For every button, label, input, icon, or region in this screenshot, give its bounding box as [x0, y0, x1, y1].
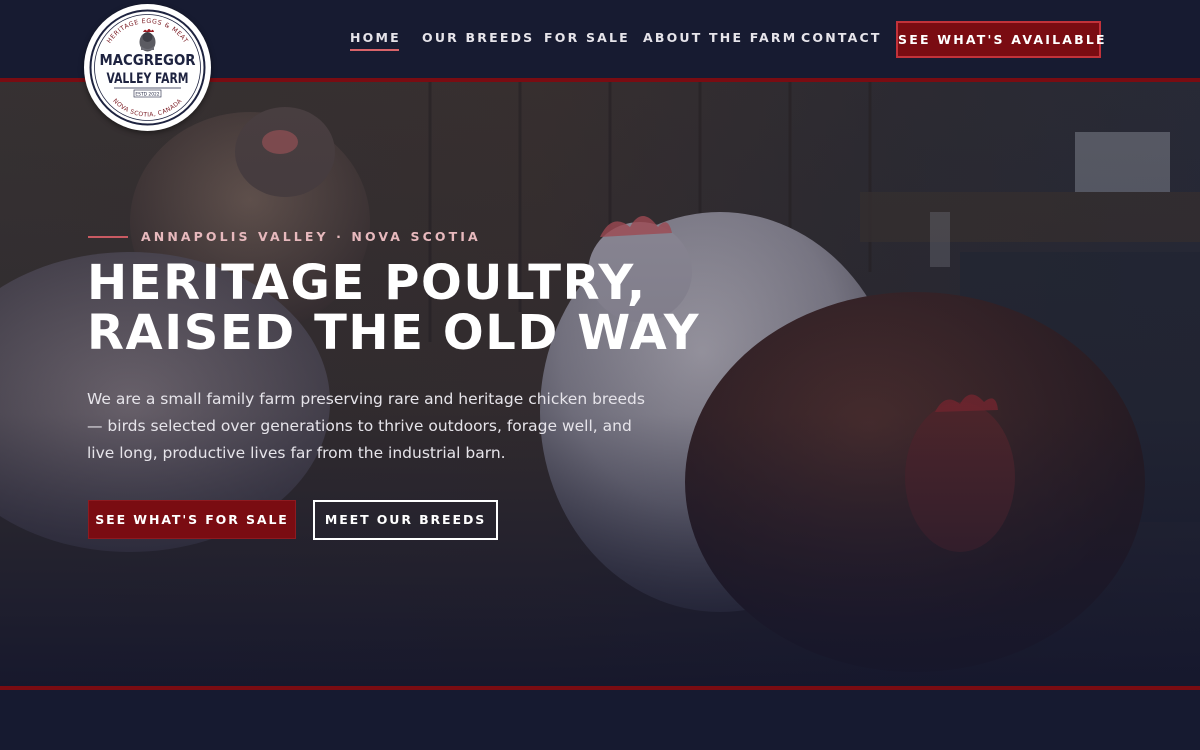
farm-logo-badge: HERITAGE EGGS & MEAT MACGREGOR VALLEY FA…: [87, 7, 208, 128]
meet-our-breeds-button[interactable]: MEET OUR BREEDS: [313, 500, 498, 540]
hero-title-line1: HERITAGE POULTRY,: [87, 255, 647, 311]
hero-section: [0, 82, 1200, 686]
see-whats-for-sale-button[interactable]: SEE WHAT'S FOR SALE: [88, 500, 296, 539]
hero-overlay: [0, 82, 1200, 686]
eyebrow-accent-line: [88, 235, 128, 238]
nav-for-sale-link[interactable]: FOR SALE: [544, 30, 630, 46]
next-section: [0, 690, 1200, 750]
nav-home-link[interactable]: HOME: [350, 30, 401, 51]
logo-established: ESTD 2022: [135, 92, 159, 98]
logo-name-line1: MACGREGOR: [100, 51, 196, 69]
hero-eyebrow-text: ANNAPOLIS VALLEY · NOVA SCOTIA: [141, 229, 481, 244]
hero-description: We are a small family farm preserving ra…: [87, 390, 645, 462]
nav-about-link[interactable]: ABOUT THE FARM: [643, 30, 797, 46]
farm-logo[interactable]: HERITAGE EGGS & MEAT MACGREGOR VALLEY FA…: [84, 4, 211, 131]
logo-name-line2: VALLEY FARM: [107, 71, 189, 87]
hero-title-line2: RAISED THE OLD WAY: [87, 305, 701, 361]
see-whats-available-button[interactable]: SEE WHAT'S AVAILABLE: [896, 21, 1105, 58]
hero-title: HERITAGE POULTRY, RAISED THE OLD WAY: [87, 258, 700, 358]
hero-eyebrow: ANNAPOLIS VALLEY · NOVA SCOTIA: [88, 229, 481, 244]
nav-our-breeds-link[interactable]: OUR BREEDS: [422, 30, 534, 46]
nav-contact-link[interactable]: CONTACT: [801, 30, 882, 46]
